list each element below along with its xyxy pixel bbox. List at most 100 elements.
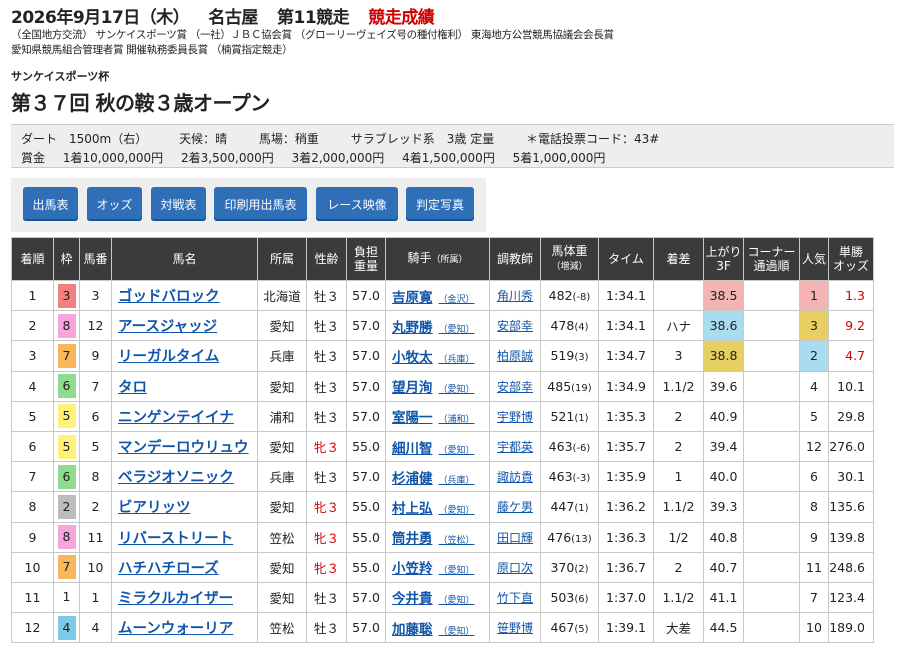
trainer-link[interactable]: 藤ケ男	[497, 500, 533, 514]
prize-3: 3着2,000,000円	[291, 151, 385, 165]
prize-1: 1着10,000,000円	[62, 151, 164, 165]
jockey-name-link[interactable]: 小笠羚	[392, 561, 433, 577]
jockey-name-link[interactable]: 室陽一	[392, 410, 433, 426]
bodyweight-cell: 519(3)	[540, 340, 599, 372]
col-sexage: 性齢	[306, 237, 347, 281]
awards-line-1: （全国地方交流） サンケイスポーツ賞 （一社）ＪＢＣ協会賞 （グローリーヴェイズ…	[11, 29, 614, 41]
race-condition: サラブレッド系 3歳 定量	[350, 132, 495, 146]
trainer-link[interactable]: 安部幸	[497, 319, 533, 333]
bodyweight-value: 463	[548, 469, 573, 485]
weight-cell: 55.0	[346, 491, 386, 523]
jockey-name-link[interactable]: 杉浦健	[392, 471, 433, 487]
horse-name-link[interactable]: ムーンウォーリア	[111, 612, 258, 644]
margin-cell: 2	[653, 551, 704, 583]
jockey-cell: 室陽一 （浦和）	[385, 400, 490, 432]
popularity-cell: 8	[799, 491, 829, 523]
matchup-button[interactable]: 対戦表	[151, 187, 206, 221]
table-row: 7 6 8 ベラジオソニック 兵庫 牡３ 57.0 杉浦健 （兵庫） 諏訪貴 463(-3) 1:35…	[11, 461, 874, 493]
entry-table-button[interactable]: 出馬表	[23, 187, 78, 221]
horse-name-link[interactable]: ビアリッツ	[111, 491, 258, 523]
jockey-cell: 丸野勝 （愛知）	[385, 310, 490, 342]
odds-button[interactable]: オッズ	[87, 187, 142, 221]
jockey-name-link[interactable]: 小牧太	[392, 350, 433, 366]
sexage-cell: 牡３	[306, 612, 347, 644]
jockey-name-link[interactable]: 筒井勇	[392, 531, 433, 547]
col-odds-l2: オッズ	[832, 259, 869, 273]
prize-2: 2着3,500,000円	[181, 151, 274, 165]
table-row: 4 6 7 タロ 愛知 牡３ 57.0 望月洵 （愛知） 安部幸 485(19) 1:34.9 1.1/…	[11, 370, 874, 402]
trainer-link[interactable]: 田口輝	[497, 531, 533, 545]
umaban-cell: 3	[79, 279, 112, 312]
last3f-cell: 38.5	[703, 279, 744, 312]
prize-money: 賞金 1着10,000,000円 2着3,500,000円 3着2,000,00…	[21, 149, 619, 166]
trainer-link[interactable]: 諏訪貴	[497, 470, 533, 484]
horse-name-link[interactable]: ニンゲンテイイナ	[111, 400, 258, 432]
table-header-row: 着順 枠 馬番 馬名 所属 性齢 負担 重量 騎手（所属） 調教師 馬体重 （増減）…	[11, 237, 874, 281]
bodyweight-diff: (2)	[574, 563, 589, 575]
horse-name-link[interactable]: リーガルタイム	[111, 340, 258, 372]
last3f-cell: 41.1	[703, 581, 744, 614]
margin-cell: 大差	[653, 612, 704, 644]
rank-cell: 5	[11, 400, 54, 432]
margin-cell: 1.1/2	[653, 581, 704, 614]
trainer-cell: 田口輝	[489, 521, 541, 553]
jockey-name-link[interactable]: 村上弘	[392, 501, 433, 517]
sexage-cell: 牝３	[306, 430, 347, 463]
trainer-link[interactable]: 宇都英	[497, 440, 533, 454]
rank-cell: 7	[11, 461, 54, 493]
jockey-name-link[interactable]: 望月洵	[392, 380, 433, 396]
bodyweight-value: 447	[550, 499, 575, 515]
jockey-cell: 望月洵 （愛知）	[385, 370, 490, 402]
results-body: 1 3 3 ゴッドバロック 北海道 牡３ 57.0 吉原寛 （金沢） 角川秀 482(-8) 1:34…	[11, 279, 874, 644]
horse-name-link[interactable]: ハチハチローズ	[111, 551, 258, 583]
sexage-cell: 牡３	[306, 400, 347, 432]
jockey-affiliation: （愛知）	[438, 596, 475, 607]
trainer-link[interactable]: 竹下直	[497, 591, 533, 605]
trainer-link[interactable]: 原口次	[497, 561, 533, 575]
bodyweight-value: 521	[550, 408, 575, 424]
trainer-link[interactable]: 柏原誠	[497, 349, 533, 363]
table-row: 5 5 6 ニンゲンテイイナ 浦和 牡３ 57.0 室陽一 （浦和） 宇野博 521(1) 1:35.…	[11, 400, 874, 432]
umaban-cell: 12	[79, 310, 112, 342]
page: { "header": { "date": "2026年9月17日（木）", "…	[0, 0, 906, 650]
bodyweight-cell: 370(2)	[540, 551, 599, 583]
horse-name-link[interactable]: マンデーロウリュウ	[111, 430, 258, 463]
sexage-cell: 牝３	[306, 551, 347, 583]
race-video-button[interactable]: レース映像	[316, 187, 398, 221]
odds-cell: 123.4	[828, 581, 874, 614]
sexage-cell: 牡３	[306, 310, 347, 342]
trainer-link[interactable]: 安部幸	[497, 380, 533, 394]
bodyweight-cell: 447(1)	[540, 491, 599, 523]
sexage-cell: 牝３	[306, 521, 347, 553]
corner-cell	[743, 370, 800, 402]
print-entry-button[interactable]: 印刷用出馬表	[214, 187, 307, 221]
jockey-cell: 杉浦健 （兵庫）	[385, 461, 490, 493]
jockey-name-link[interactable]: 吉原寛	[392, 290, 433, 306]
horse-name-link[interactable]: タロ	[111, 370, 258, 402]
bodyweight-value: 482	[548, 288, 573, 304]
trainer-link[interactable]: 宇野博	[497, 410, 533, 424]
region-cell: 笠松	[257, 521, 307, 553]
horse-name-link[interactable]: ミラクルカイザー	[111, 581, 258, 614]
horse-name-link[interactable]: アースジャッジ	[111, 310, 258, 342]
table-row: 1 3 3 ゴッドバロック 北海道 牡３ 57.0 吉原寛 （金沢） 角川秀 482(-8) 1:34…	[11, 279, 874, 312]
horse-name-link[interactable]: ゴッドバロック	[111, 279, 258, 312]
jockey-name-link[interactable]: 加藤聡	[392, 622, 433, 638]
col-waku: 枠	[53, 237, 80, 281]
col-weight-l1: 負担	[353, 245, 378, 259]
jockey-name-link[interactable]: 細川智	[392, 441, 433, 457]
trainer-link[interactable]: 角川秀	[497, 289, 533, 303]
photo-finish-button[interactable]: 判定写真	[406, 187, 474, 221]
sexage-cell: 牡３	[306, 461, 347, 493]
waku-cell: 3	[53, 279, 80, 312]
umaban-cell: 11	[79, 521, 112, 553]
odds-cell: 248.6	[828, 551, 874, 583]
jockey-name-link[interactable]: 丸野勝	[392, 320, 433, 336]
bodyweight-diff: (6)	[574, 593, 589, 605]
table-row: 6 5 5 マンデーロウリュウ 愛知 牝３ 55.0 細川智 （愛知） 宇都英 463(-6) 1:3…	[11, 430, 874, 463]
waku-badge: 1	[57, 585, 76, 610]
trainer-link[interactable]: 笹野博	[497, 621, 533, 635]
jockey-name-link[interactable]: 今井貴	[392, 591, 433, 607]
horse-name-link[interactable]: リバーストリート	[111, 521, 258, 553]
horse-name-link[interactable]: ベラジオソニック	[111, 461, 258, 493]
